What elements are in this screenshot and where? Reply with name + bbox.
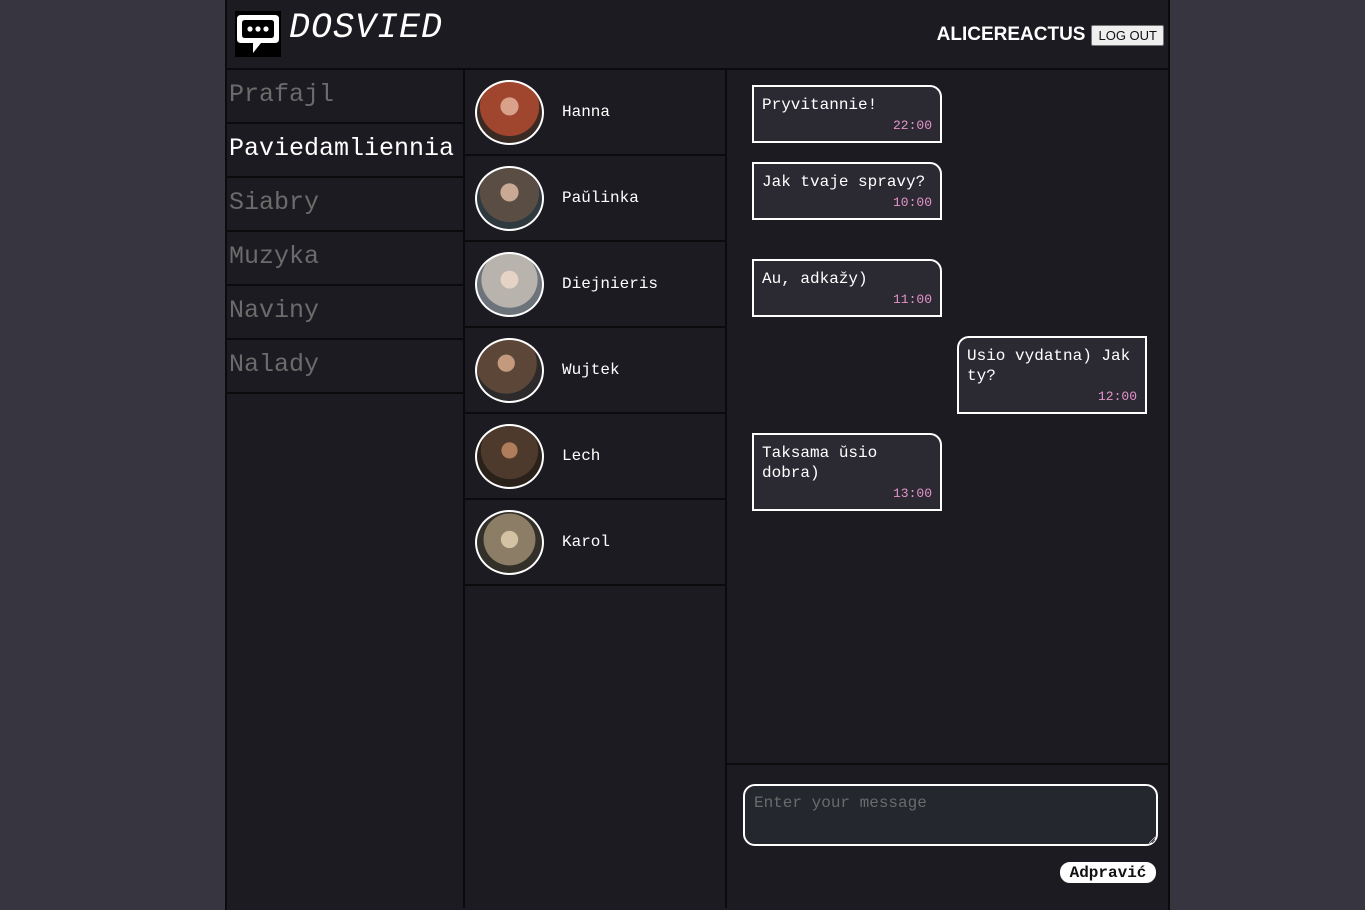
message-time: 13:00 — [892, 486, 932, 501]
contact-name: Karol — [562, 533, 611, 551]
username: ALICEREACTUS — [936, 24, 1086, 45]
sidebar-nav: Prafajl Paviedamliennia Siabry Muzyka Na… — [227, 70, 465, 908]
message-bubble-incoming: Taksama ŭsio dobra) 13:00 — [752, 433, 942, 511]
message-bubble-incoming: Jak tvaje spravy? 10:00 — [752, 162, 942, 220]
avatar — [475, 251, 544, 317]
nav-item-nalady[interactable]: Nalady — [227, 340, 463, 394]
contact-item[interactable]: Diejnieris — [465, 242, 725, 328]
contact-item[interactable]: Paŭlinka — [465, 156, 725, 242]
contact-name: Diejnieris — [562, 275, 659, 293]
chat-bubble-icon — [235, 11, 281, 57]
user-block: ALICEREACTUS LOG OUT — [937, 24, 1164, 46]
avatar — [475, 165, 544, 231]
nav-item-naviny[interactable]: Naviny — [227, 286, 463, 340]
message-bubble-outgoing: Usio vydatna) Jak ty? 12:00 — [957, 336, 1147, 414]
nav-item-siabry[interactable]: Siabry — [227, 178, 463, 232]
contact-name: Lech — [562, 447, 601, 465]
message-text: Taksama ŭsio dobra) — [762, 444, 878, 482]
message-text: Usio vydatna) Jak ty? — [967, 347, 1131, 385]
avatar — [475, 423, 544, 489]
message-text: Au, adkažy) — [762, 270, 868, 288]
header: DOSVIED ALICEREACTUS LOG OUT — [227, 0, 1170, 70]
contact-item[interactable]: Karol — [465, 500, 725, 586]
message-text: Pryvitannie! — [762, 96, 878, 114]
message-text: Jak tvaje spravy? — [762, 173, 926, 191]
nav-item-prafajl[interactable]: Prafajl — [227, 70, 463, 124]
message-bubble-incoming: Pryvitannie! 22:00 — [752, 85, 942, 143]
contact-item[interactable]: Lech — [465, 414, 725, 500]
app-window: DOSVIED ALICEREACTUS LOG OUT Prafajl Pav… — [225, 0, 1170, 910]
send-button[interactable]: Adpravić — [1058, 860, 1158, 885]
contact-name: Hanna — [562, 103, 611, 121]
avatar — [475, 509, 544, 575]
nav-item-paviedamliennia[interactable]: Paviedamliennia — [227, 124, 463, 178]
message-time: 12:00 — [1097, 389, 1137, 404]
message-time: 11:00 — [892, 292, 932, 307]
avatar — [475, 79, 544, 145]
contact-name: Wujtek — [562, 361, 620, 379]
brand-title: DOSVIED — [289, 8, 444, 48]
nav-item-muzyka[interactable]: Muzyka — [227, 232, 463, 286]
chat-messages: Pryvitannie! 22:00 Jak tvaje spravy? 10:… — [727, 70, 1170, 765]
contact-item[interactable]: Wujtek — [465, 328, 725, 414]
logout-button[interactable]: LOG OUT — [1091, 24, 1164, 46]
message-time: 10:00 — [892, 195, 932, 210]
message-bubble-incoming: Au, adkažy) 11:00 — [752, 259, 942, 317]
contact-list: Hanna Paŭlinka Diejnieris Wujtek Lech Ka… — [465, 70, 727, 908]
message-composer: Adpravić — [727, 765, 1170, 908]
message-input[interactable] — [743, 784, 1158, 846]
contact-item[interactable]: Hanna — [465, 70, 725, 156]
avatar — [475, 337, 544, 403]
message-time: 22:00 — [892, 118, 932, 133]
contact-name: Paŭlinka — [562, 189, 639, 207]
